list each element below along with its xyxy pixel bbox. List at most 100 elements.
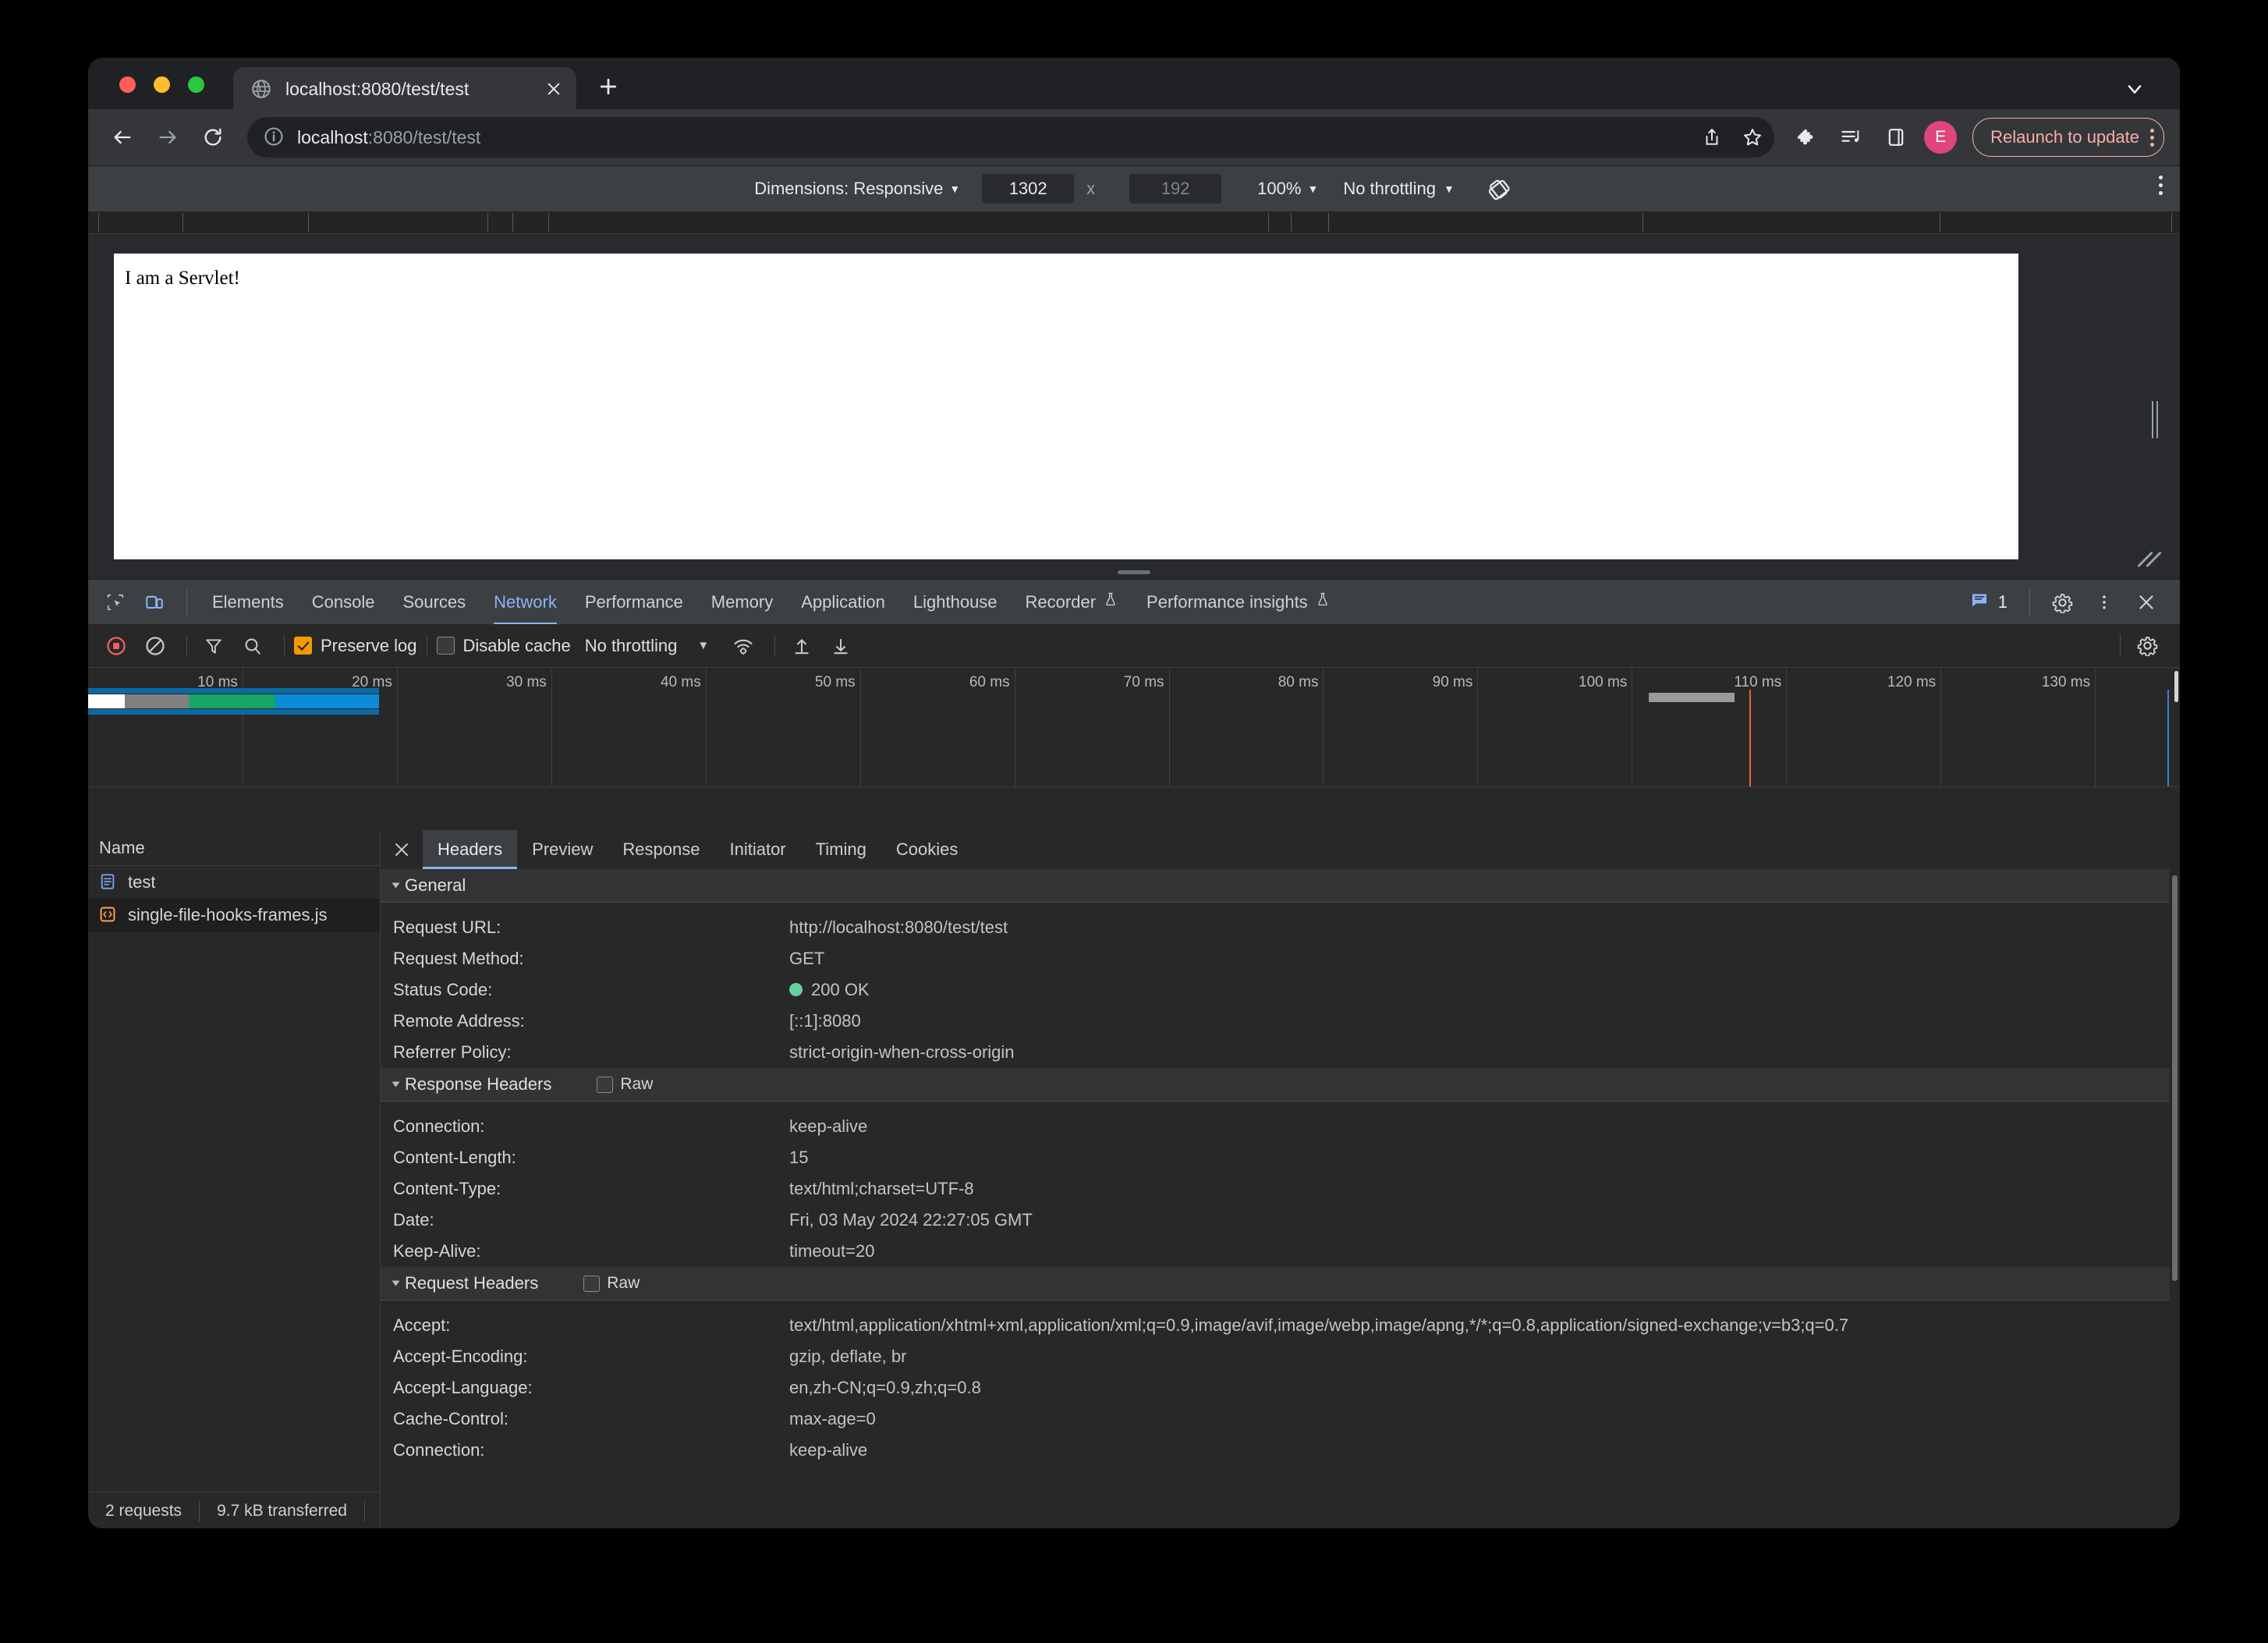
overview-request-bars	[88, 688, 2180, 715]
network-overview-timeline[interactable]: 10 ms 20 ms 30 ms 40 ms 50 ms 60 ms 70 ms 80 ms…	[88, 668, 2180, 787]
console-message-icon	[1970, 591, 1989, 614]
star-icon[interactable]	[1735, 120, 1770, 154]
share-icon[interactable]	[1695, 120, 1729, 154]
section-header-response-headers[interactable]: Response Headers Raw	[381, 1068, 2180, 1102]
overview-bar-queueing	[88, 694, 125, 708]
header-row: Connection: keep-alive	[381, 1111, 2180, 1142]
gear-icon[interactable]	[2044, 584, 2080, 620]
tab-label: Network	[494, 591, 557, 612]
device-toolbar-more-icon[interactable]	[2159, 176, 2163, 195]
corner-resize-icon[interactable]	[2136, 546, 2163, 573]
experiment-flask-icon	[1315, 580, 1331, 625]
horizontal-grip-icon[interactable]	[1118, 570, 1150, 574]
raw-toggle-checkbox[interactable]: Raw	[583, 1274, 640, 1293]
vertical-grip-icon[interactable]	[2152, 401, 2158, 438]
disable-cache-checkbox[interactable]: Disable cache	[436, 636, 571, 656]
address-bar[interactable]: localhost:8080/test/test	[247, 117, 1775, 158]
device-toolbar-icon[interactable]	[136, 584, 172, 620]
overview-bar-waiting	[188, 694, 276, 708]
tab-network[interactable]: Network	[480, 580, 571, 625]
reload-icon[interactable]	[194, 119, 232, 156]
header-name: Connection:	[393, 1440, 485, 1460]
console-message-count[interactable]: 1	[1962, 591, 2015, 614]
browser-tab[interactable]: localhost:8080/test/test	[233, 67, 576, 111]
tab-label: Sources	[402, 591, 466, 612]
details-tab-response[interactable]: Response	[608, 830, 714, 869]
puzzle-icon[interactable]	[1788, 120, 1823, 154]
maximize-window-button[interactable]	[188, 76, 204, 93]
arrow-left-icon[interactable]	[104, 119, 141, 156]
network-throttling-select[interactable]: No throttling	[585, 636, 678, 656]
tab-memory[interactable]: Memory	[697, 580, 787, 625]
rotate-device-icon[interactable]	[1483, 173, 1514, 204]
request-row[interactable]: test	[88, 866, 380, 899]
tab-performance[interactable]: Performance	[571, 580, 697, 625]
clear-circle-icon[interactable]	[138, 629, 172, 663]
header-name: Accept-Encoding:	[393, 1347, 528, 1366]
close-icon[interactable]	[381, 830, 423, 869]
network-conditions-icon[interactable]	[726, 629, 760, 663]
side-panel-icon[interactable]	[1879, 120, 1913, 154]
header-value: 200 OK	[789, 980, 870, 1000]
dimensions-select[interactable]: Dimensions: Responsive ▼	[754, 179, 960, 199]
request-row[interactable]: single-file-hooks-frames.js	[88, 899, 380, 932]
viewport-width-input[interactable]: 1302	[982, 174, 1075, 204]
gear-icon[interactable]	[2130, 628, 2164, 662]
close-icon[interactable]	[2128, 584, 2164, 620]
record-stop-icon[interactable]	[99, 629, 133, 663]
tab-elements[interactable]: Elements	[198, 580, 298, 625]
details-tab-timing[interactable]: Timing	[801, 830, 881, 869]
toolbar-divider	[186, 589, 187, 615]
ruler-tick	[307, 213, 309, 232]
avatar[interactable]: E	[1924, 121, 1958, 154]
tab-lighthouse[interactable]: Lighthouse	[899, 580, 1012, 625]
arrow-right-icon[interactable]	[149, 119, 186, 156]
details-tab-initiator[interactable]: Initiator	[714, 830, 800, 869]
relaunch-to-update-button[interactable]: Relaunch to update	[1972, 118, 2164, 157]
close-icon[interactable]	[540, 76, 567, 102]
media-list-icon[interactable]	[1834, 120, 1868, 154]
details-tab-headers[interactable]: Headers	[423, 830, 518, 869]
inspect-element-icon[interactable]	[97, 584, 133, 620]
download-har-icon[interactable]	[824, 629, 858, 663]
window-controls[interactable]	[119, 76, 204, 93]
tab-application[interactable]: Application	[787, 580, 899, 625]
close-window-button[interactable]	[119, 76, 136, 93]
preserve-log-checkbox[interactable]: Preserve log	[294, 636, 417, 656]
new-tab-button[interactable]	[594, 75, 623, 105]
tab-recorder[interactable]: Recorder	[1012, 580, 1132, 625]
tab-console[interactable]: Console	[298, 580, 389, 625]
upload-har-icon[interactable]	[785, 629, 819, 663]
details-tab-bar: Headers Preview Response Initiator Timing Coo…	[381, 830, 2180, 870]
viewport-height-input[interactable]: 192	[1129, 174, 1222, 204]
chevron-down-icon[interactable]	[2121, 75, 2149, 103]
kebab-menu-icon[interactable]	[2086, 584, 2122, 620]
tab-sources[interactable]: Sources	[388, 580, 480, 625]
overview-gridline	[551, 668, 552, 786]
info-circle-icon[interactable]	[263, 126, 286, 149]
details-tab-cookies[interactable]: Cookies	[881, 830, 973, 869]
header-name: Request Method:	[393, 949, 524, 968]
caret-down-icon[interactable]: ▼	[697, 639, 709, 652]
overview-bar-stalled	[124, 694, 189, 708]
details-scrollbar-track[interactable]	[2170, 830, 2180, 1528]
toolbar-divider	[2029, 590, 2030, 615]
section-header-general[interactable]: General	[381, 869, 2180, 903]
section-header-request-headers[interactable]: Request Headers Raw	[381, 1267, 2180, 1301]
raw-toggle-checkbox[interactable]: Raw	[597, 1075, 653, 1094]
overview-tick-label: 110 ms	[1734, 674, 1782, 690]
zoom-select[interactable]: 100% ▼	[1257, 179, 1318, 199]
funnel-icon[interactable]	[197, 629, 231, 663]
zoom-label: 100%	[1257, 179, 1302, 198]
details-scrollbar-thumb[interactable]	[2172, 875, 2178, 1281]
ruler-tick	[1291, 213, 1292, 232]
header-value: strict-origin-when-cross-origin	[789, 1042, 1015, 1062]
device-throttling-select[interactable]: No throttling ▼	[1343, 179, 1454, 199]
request-list-header[interactable]: Name	[88, 830, 380, 866]
details-tab-preview[interactable]: Preview	[517, 830, 608, 869]
tab-performance-insights[interactable]: Performance insights	[1132, 580, 1345, 625]
search-icon[interactable]	[236, 629, 270, 663]
kebab-menu-icon[interactable]	[2150, 128, 2154, 147]
minimize-window-button[interactable]	[154, 76, 170, 93]
overview-scrollbar[interactable]	[2174, 671, 2178, 702]
